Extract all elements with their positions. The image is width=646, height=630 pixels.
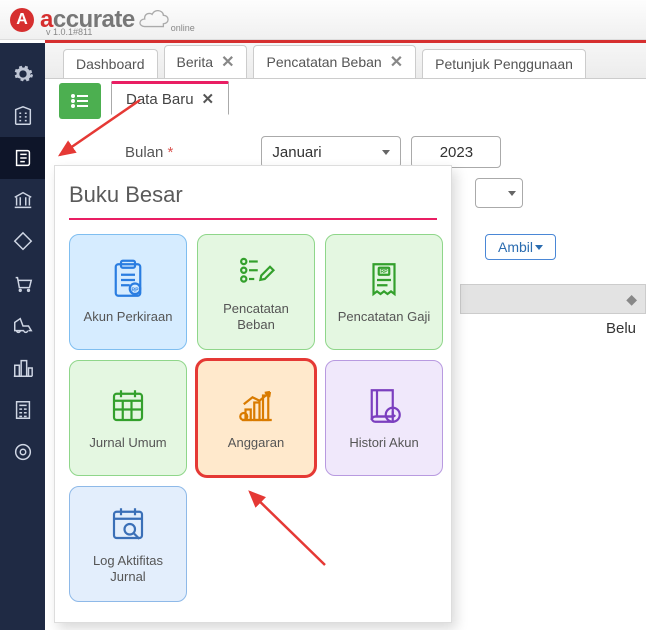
close-icon[interactable]: ✕ bbox=[221, 52, 234, 72]
tile-anggaran[interactable]: Anggaran bbox=[197, 360, 315, 476]
book-clock-icon bbox=[363, 385, 405, 427]
tab-label: Petunjuk Penggunaan bbox=[435, 56, 573, 72]
tile-label: Akun Perkiraan bbox=[78, 309, 179, 325]
bar-chart-icon bbox=[235, 385, 277, 427]
tile-akun-perkiraan[interactable]: RP Akun Perkiraan bbox=[69, 234, 187, 350]
year-value: 2023 bbox=[440, 144, 473, 161]
sidebar-item-company[interactable] bbox=[0, 95, 45, 137]
tile-jurnal-umum[interactable]: Jurnal Umum bbox=[69, 360, 187, 476]
sidebar-item-ledger[interactable] bbox=[0, 137, 45, 179]
chevron-down-icon bbox=[508, 191, 516, 196]
tile-pencatatan-gaji[interactable]: RP Pencatatan Gaji bbox=[325, 234, 443, 350]
logo-sublabel: online bbox=[171, 23, 195, 33]
tab-label: Pencatatan Beban bbox=[266, 54, 381, 70]
ambil-label: Ambil bbox=[498, 239, 533, 255]
sidebar-item-cart[interactable] bbox=[0, 263, 45, 305]
logo-badge: A bbox=[10, 8, 34, 32]
panel-underline bbox=[69, 218, 437, 220]
tile-label: Jurnal Umum bbox=[83, 435, 172, 451]
svg-text:RP: RP bbox=[380, 269, 388, 275]
tile-label: Log Aktifitas Jurnal bbox=[70, 553, 186, 584]
close-icon[interactable]: ✕ bbox=[390, 52, 403, 72]
chevron-down-icon bbox=[535, 245, 543, 250]
list-icon bbox=[70, 93, 90, 109]
left-sidebar bbox=[0, 43, 45, 630]
tab-label: Berita bbox=[177, 54, 214, 70]
year-input[interactable]: 2023 bbox=[411, 136, 501, 168]
sidebar-item-pricing[interactable] bbox=[0, 221, 45, 263]
sidebar-item-target[interactable] bbox=[0, 431, 45, 473]
tile-log-aktifitas[interactable]: Log Aktifitas Jurnal bbox=[69, 486, 187, 602]
month-value: Januari bbox=[272, 144, 321, 161]
tab-berita[interactable]: Berita ✕ bbox=[164, 45, 248, 78]
close-icon[interactable]: ✕ bbox=[202, 90, 215, 108]
sidebar-item-settings[interactable] bbox=[0, 53, 45, 95]
month-select[interactable]: Januari bbox=[261, 136, 401, 168]
tile-label: Anggaran bbox=[222, 435, 290, 451]
sidebar-item-tax[interactable] bbox=[0, 389, 45, 431]
list-toggle-button[interactable] bbox=[59, 83, 101, 119]
tile-grid: RP Akun Perkiraan Pencatatan Beban RP Pe… bbox=[69, 234, 437, 602]
app-version: v 1.0.1#811 bbox=[46, 27, 92, 37]
ambil-button[interactable]: Ambil bbox=[485, 234, 556, 260]
calendar-grid-icon bbox=[107, 385, 149, 427]
tab-petunjuk[interactable]: Petunjuk Penggunaan bbox=[422, 49, 586, 78]
month-row: Bulan * Januari 2023 bbox=[125, 136, 626, 168]
month-label: Bulan * bbox=[125, 144, 173, 161]
clipboard-rp-icon: RP bbox=[107, 259, 149, 301]
subtab-label: Data Baru bbox=[126, 91, 194, 108]
sub-tabbar: Data Baru ✕ bbox=[45, 79, 646, 119]
sort-icon: ◆ bbox=[626, 291, 637, 308]
header-accent-bar bbox=[45, 40, 646, 43]
table-header-row[interactable]: ◆ bbox=[460, 284, 646, 314]
tile-label: Histori Akun bbox=[343, 435, 424, 451]
tile-histori-akun[interactable]: Histori Akun bbox=[325, 360, 443, 476]
list-pen-icon bbox=[235, 251, 277, 293]
cloud-icon bbox=[139, 10, 169, 30]
tab-dashboard[interactable]: Dashboard bbox=[63, 49, 158, 78]
sidebar-item-assets[interactable] bbox=[0, 347, 45, 389]
calendar-search-icon bbox=[107, 503, 149, 545]
secondary-select[interactable] bbox=[475, 178, 523, 208]
buku-besar-panel: Buku Besar RP Akun Perkiraan Pencatatan … bbox=[54, 165, 452, 623]
tile-label: Pencatatan Gaji bbox=[332, 309, 437, 325]
sidebar-item-inventory[interactable] bbox=[0, 305, 45, 347]
tile-pencatatan-beban[interactable]: Pencatatan Beban bbox=[197, 234, 315, 350]
sidebar-item-bank[interactable] bbox=[0, 179, 45, 221]
tab-label: Dashboard bbox=[76, 56, 145, 72]
chevron-down-icon bbox=[382, 150, 390, 155]
subtab-data-baru[interactable]: Data Baru ✕ bbox=[111, 81, 229, 115]
app-header: A accurate online v 1.0.1#811 bbox=[0, 0, 646, 40]
tile-label: Pencatatan Beban bbox=[198, 301, 314, 332]
main-tabbar: Dashboard Berita ✕ Pencatatan Beban ✕ Petu… bbox=[45, 43, 646, 79]
panel-title: Buku Besar bbox=[69, 182, 437, 208]
tab-pencatatan-beban[interactable]: Pencatatan Beban ✕ bbox=[253, 45, 416, 78]
receipt-rp-icon: RP bbox=[363, 259, 405, 301]
svg-text:RP: RP bbox=[131, 288, 139, 294]
